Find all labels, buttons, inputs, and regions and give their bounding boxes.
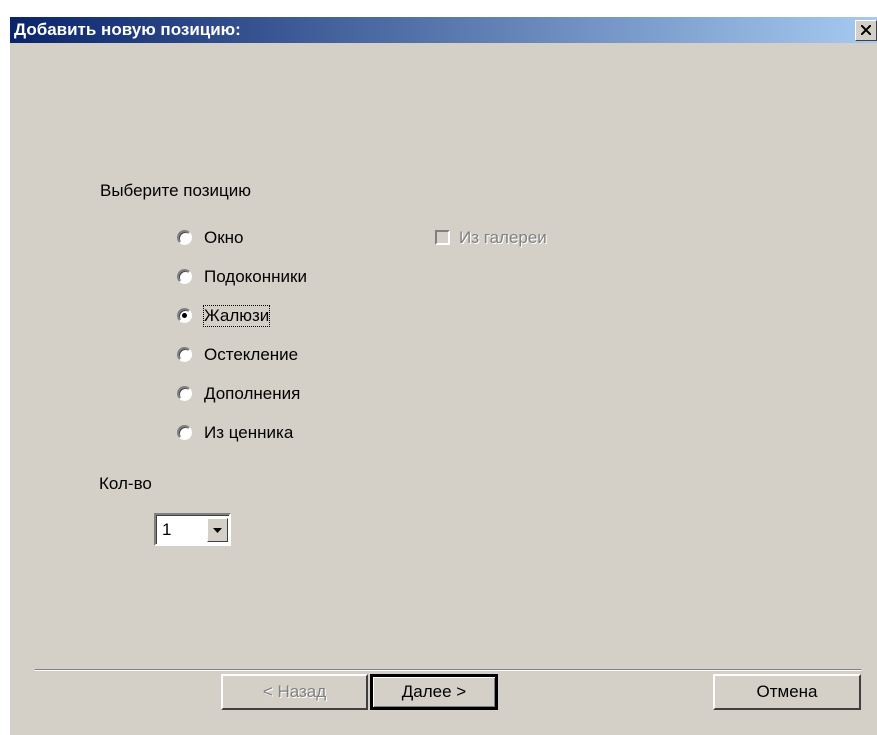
close-icon	[861, 25, 871, 35]
select-position-label: Выберите позицию	[100, 181, 252, 200]
radio-label: Окно	[204, 228, 244, 247]
cancel-button[interactable]: Отмена	[713, 674, 861, 710]
radio-label: Из ценника	[204, 423, 294, 442]
radio-dot	[182, 313, 187, 318]
quantity-value: 1	[162, 520, 172, 539]
next-button[interactable]: Далее >	[370, 674, 498, 710]
window-title: Добавить новую позицию:	[14, 20, 241, 39]
radio-label: Дополнения	[204, 384, 301, 403]
radio-button-selected[interactable]	[177, 308, 192, 323]
close-button[interactable]	[855, 20, 877, 41]
quantity-label: Кол-во	[99, 474, 152, 493]
radio-button[interactable]	[177, 425, 192, 440]
radio-label: Жалюзи	[202, 305, 271, 327]
gallery-checkbox[interactable]	[435, 230, 450, 245]
gallery-checkbox-label: Из галереи	[459, 228, 547, 247]
add-position-dialog: Добавить новую позицию: Выберите позицию…	[10, 17, 877, 735]
radio-button[interactable]	[177, 347, 192, 362]
title-bar: Добавить новую позицию:	[10, 17, 877, 43]
radio-label: Подоконники	[204, 267, 307, 286]
chevron-down-icon	[213, 528, 222, 533]
quantity-combobox[interactable]: 1	[154, 513, 231, 546]
separator	[35, 669, 861, 671]
radio-button[interactable]	[177, 230, 192, 245]
back-button[interactable]: < Назад	[221, 674, 368, 710]
quantity-dropdown-button[interactable]	[207, 518, 228, 542]
radio-button[interactable]	[177, 269, 192, 284]
radio-button[interactable]	[177, 386, 192, 401]
radio-label: Остекление	[204, 345, 299, 364]
